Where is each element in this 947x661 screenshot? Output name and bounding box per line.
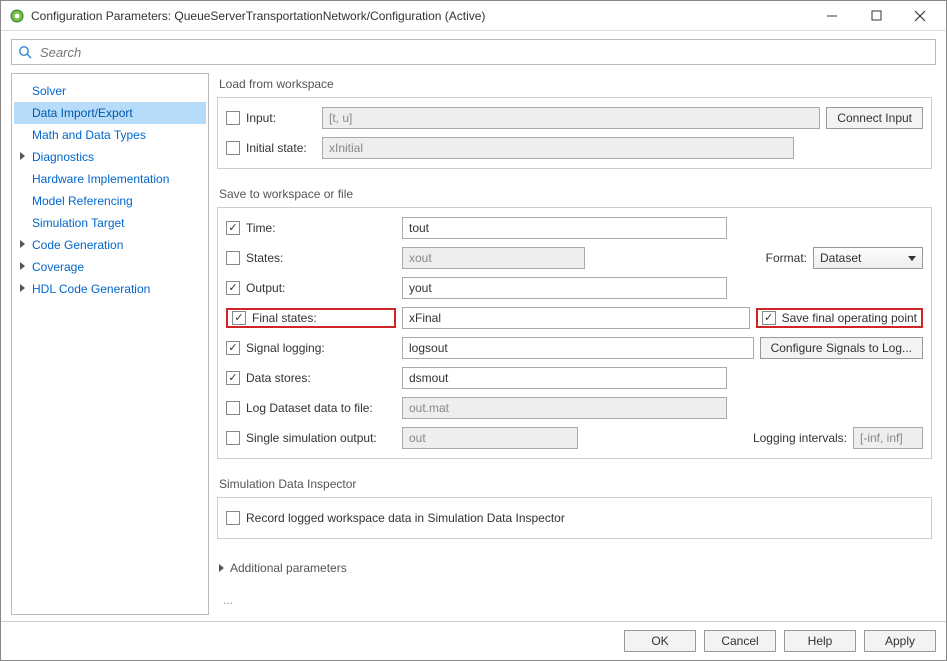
cancel-button[interactable]: Cancel <box>704 630 776 652</box>
input-field: [t, u] <box>322 107 820 129</box>
load-section-title: Load from workspace <box>219 77 932 91</box>
configure-signals-button[interactable]: Configure Signals to Log... <box>760 337 923 359</box>
nav-sidebar: Solver Data Import/Export Math and Data … <box>11 73 209 615</box>
search-input[interactable] <box>38 44 929 61</box>
initial-state-checkbox[interactable] <box>226 141 240 155</box>
ellipsis: ... <box>223 593 926 607</box>
inspector-section-title: Simulation Data Inspector <box>219 477 932 491</box>
time-checkbox[interactable] <box>226 221 240 235</box>
log-to-file-field: out.mat <box>402 397 727 419</box>
time-label: Time: <box>246 221 396 235</box>
titlebar: Configuration Parameters: QueueServerTra… <box>1 1 946 31</box>
record-label: Record logged workspace data in Simulati… <box>246 511 565 525</box>
states-checkbox[interactable] <box>226 251 240 265</box>
help-button[interactable]: Help <box>784 630 856 652</box>
window-title: Configuration Parameters: QueueServerTra… <box>31 9 810 23</box>
save-op-point-label: Save final operating point <box>782 311 917 325</box>
nav-item-hdl-code-generation[interactable]: HDL Code Generation <box>14 278 206 300</box>
input-checkbox[interactable] <box>226 111 240 125</box>
states-field: xout <box>402 247 585 269</box>
apply-button[interactable]: Apply <box>864 630 936 652</box>
final-states-field[interactable]: xFinal <box>402 307 750 329</box>
save-op-point-highlight: Save final operating point <box>756 308 923 328</box>
inspector-section: Record logged workspace data in Simulati… <box>217 497 932 539</box>
chevron-down-icon <box>908 256 916 261</box>
log-to-file-label: Log Dataset data to file: <box>246 401 396 415</box>
load-section: Input: [t, u] Connect Input Initial stat… <box>217 97 932 169</box>
nav-item-diagnostics[interactable]: Diagnostics <box>14 146 206 168</box>
final-states-checkbox[interactable] <box>232 311 246 325</box>
data-stores-checkbox[interactable] <box>226 371 240 385</box>
record-checkbox[interactable] <box>226 511 240 525</box>
nav-item-hardware-implementation[interactable]: Hardware Implementation <box>14 168 206 190</box>
save-section: Time: tout States: xout Format: Dataset … <box>217 207 932 459</box>
single-out-checkbox[interactable] <box>226 431 240 445</box>
search-bar[interactable] <box>11 39 936 65</box>
output-field[interactable]: yout <box>402 277 727 299</box>
format-label: Format: <box>766 251 807 265</box>
output-checkbox[interactable] <box>226 281 240 295</box>
nav-item-math-and-data-types[interactable]: Math and Data Types <box>14 124 206 146</box>
signal-logging-label: Signal logging: <box>246 341 396 355</box>
nav-item-solver[interactable]: Solver <box>14 80 206 102</box>
nav-item-simulation-target[interactable]: Simulation Target <box>14 212 206 234</box>
format-select[interactable]: Dataset <box>813 247 923 269</box>
initial-state-field: xInitial <box>322 137 794 159</box>
minimize-button[interactable] <box>810 2 854 30</box>
nav-item-coverage[interactable]: Coverage <box>14 256 206 278</box>
log-to-file-checkbox[interactable] <box>226 401 240 415</box>
additional-params-expander[interactable]: Additional parameters <box>219 561 930 575</box>
final-states-highlight: Final states: <box>226 308 396 328</box>
save-op-point-checkbox[interactable] <box>762 311 776 325</box>
single-out-label: Single simulation output: <box>246 431 396 445</box>
states-label: States: <box>246 251 396 265</box>
format-value: Dataset <box>820 251 861 265</box>
content-panel: Load from workspace Input: [t, u] Connec… <box>217 73 936 615</box>
logging-intervals-label: Logging intervals: <box>753 431 847 445</box>
output-label: Output: <box>246 281 396 295</box>
app-icon <box>9 8 25 24</box>
save-section-title: Save to workspace or file <box>219 187 932 201</box>
input-label: Input: <box>246 111 316 125</box>
logging-intervals-field: [-inf, inf] <box>853 427 923 449</box>
nav-item-data-import-export[interactable]: Data Import/Export <box>14 102 206 124</box>
search-icon <box>18 45 32 59</box>
signal-logging-field[interactable]: logsout <box>402 337 754 359</box>
dialog-footer: OK Cancel Help Apply <box>1 621 946 660</box>
additional-params-label: Additional parameters <box>230 561 347 575</box>
nav-item-model-referencing[interactable]: Model Referencing <box>14 190 206 212</box>
data-stores-label: Data stores: <box>246 371 396 385</box>
final-states-label: Final states: <box>252 311 332 325</box>
nav-item-code-generation[interactable]: Code Generation <box>14 234 206 256</box>
time-field[interactable]: tout <box>402 217 727 239</box>
signal-logging-checkbox[interactable] <box>226 341 240 355</box>
chevron-right-icon <box>219 564 224 572</box>
close-button[interactable] <box>898 2 942 30</box>
data-stores-field[interactable]: dsmout <box>402 367 727 389</box>
connect-input-button[interactable]: Connect Input <box>826 107 923 129</box>
initial-state-label: Initial state: <box>246 141 316 155</box>
ok-button[interactable]: OK <box>624 630 696 652</box>
single-out-field: out <box>402 427 578 449</box>
maximize-button[interactable] <box>854 2 898 30</box>
